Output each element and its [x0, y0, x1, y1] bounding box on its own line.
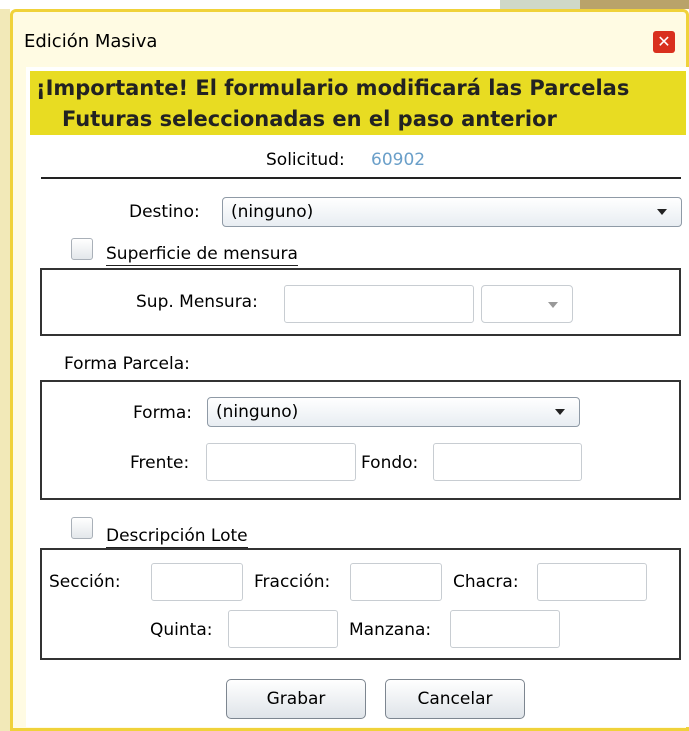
- background-accent: [580, 0, 689, 9]
- background-accent: [500, 0, 580, 9]
- fraccion-label: Fracción:: [254, 572, 331, 592]
- cancel-button[interactable]: Cancelar: [385, 679, 525, 719]
- forma-select[interactable]: (ninguno): [207, 397, 580, 427]
- sup-mensura-label: Sup. Mensura:: [136, 292, 258, 312]
- superficie-group: Sup. Mensura:: [40, 268, 681, 336]
- divider: [41, 177, 681, 179]
- chacra-input[interactable]: [537, 563, 647, 601]
- destino-selected-value: (ninguno): [231, 202, 314, 222]
- edicion-masiva-dialog: Edición Masiva ✕ ¡Importante! El formula…: [10, 9, 689, 731]
- forma-parcela-group: Forma: (ninguno) Frente: Fondo:: [40, 380, 681, 500]
- chevron-down-icon: [555, 409, 565, 415]
- banner-line-1: ¡Importante! El formulario modificará la…: [36, 76, 630, 100]
- superficie-checkbox-label[interactable]: Superficie de mensura: [106, 244, 298, 266]
- close-icon[interactable]: ✕: [653, 31, 675, 53]
- chacra-label: Chacra:: [453, 572, 519, 592]
- sup-mensura-input[interactable]: [284, 285, 474, 323]
- destino-label: Destino:: [129, 202, 200, 222]
- forma-parcela-label: Forma Parcela:: [64, 354, 190, 374]
- manzana-input[interactable]: [450, 610, 560, 648]
- descripcion-lote-label-text: Descripción Lote: [106, 526, 248, 546]
- solicitud-value: 60902: [371, 150, 426, 170]
- fraccion-input[interactable]: [350, 563, 442, 601]
- background-strip-left: [0, 9, 10, 731]
- forma-selected-value: (ninguno): [216, 402, 299, 422]
- seccion-input[interactable]: [151, 563, 243, 601]
- quinta-label: Quinta:: [150, 620, 213, 640]
- banner-line-2: Futuras seleccionadas en el paso anterio…: [62, 107, 557, 131]
- forma-label: Forma:: [133, 403, 192, 423]
- solicitud-row: Solicitud: 60902: [26, 150, 689, 174]
- important-banner: ¡Importante! El formulario modificará la…: [30, 71, 686, 135]
- fondo-label: Fondo:: [361, 453, 419, 473]
- descripcion-lote-group: Sección: Fracción: Chacra: Quinta: Manza…: [40, 548, 681, 660]
- label-underline: [106, 265, 298, 266]
- save-button[interactable]: Grabar: [226, 679, 366, 719]
- descripcion-lote-checkbox-label[interactable]: Descripción Lote: [106, 526, 248, 548]
- manzana-label: Manzana:: [349, 620, 432, 640]
- seccion-label: Sección:: [49, 572, 121, 592]
- dialog-titlebar[interactable]: Edición Masiva ✕: [13, 12, 686, 67]
- dialog-title: Edición Masiva: [24, 31, 158, 52]
- solicitud-label: Solicitud:: [266, 150, 345, 170]
- chevron-down-icon: [548, 302, 558, 308]
- destino-select[interactable]: (ninguno): [222, 197, 682, 227]
- superficie-label-text: Superficie de mensura: [106, 244, 298, 264]
- chevron-down-icon: [657, 209, 667, 215]
- sup-mensura-unit-select[interactable]: [481, 285, 573, 323]
- quinta-input[interactable]: [228, 610, 338, 648]
- descripcion-lote-checkbox[interactable]: [71, 517, 93, 539]
- superficie-checkbox[interactable]: [71, 238, 93, 260]
- frente-input[interactable]: [206, 443, 356, 481]
- background-strip: [0, 0, 689, 9]
- frente-label: Frente:: [130, 453, 190, 473]
- dialog-content: ¡Importante! El formulario modificará la…: [26, 67, 689, 727]
- fondo-input[interactable]: [433, 443, 582, 481]
